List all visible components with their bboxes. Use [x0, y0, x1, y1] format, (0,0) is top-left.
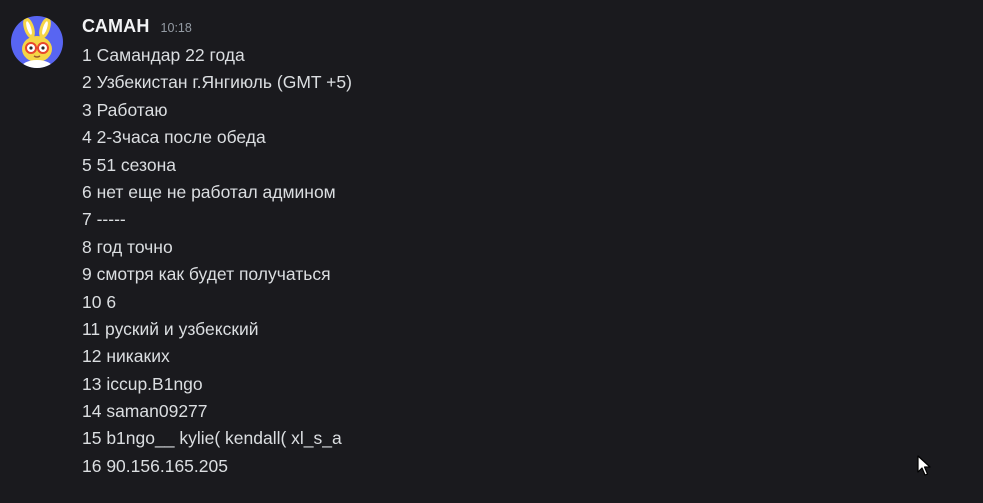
- message-line: 16 90.156.165.205: [82, 455, 228, 476]
- timestamp[interactable]: 10:18: [161, 21, 192, 35]
- message-line: 5 51 сезона: [82, 154, 176, 175]
- message-line: 11 руский и узбекский: [82, 318, 259, 339]
- chat-message: САМАН 10:18 1 Самандар 22 года 2 Узбекис…: [0, 0, 983, 503]
- message-line: 3 Работаю: [82, 99, 168, 120]
- message-line: 12 никаких: [82, 346, 170, 367]
- message-content: 1 Самандар 22 года 2 Узбекистан г.Янгиюл…: [82, 42, 352, 480]
- message-line: 8 год точно: [82, 236, 173, 257]
- message-line: 7 -----: [82, 209, 126, 230]
- message-line: 2 Узбекистан г.Янгиюль (GMT +5): [82, 72, 352, 93]
- message-line: 6 нет еще не работал админом: [82, 181, 336, 202]
- message-line: 4 2-3часа после обеда: [82, 127, 266, 148]
- message-header: САМАН 10:18: [82, 16, 192, 40]
- message-line: 13 iccup.B1ngo: [82, 373, 203, 394]
- message-line: 1 Самандар 22 года: [82, 45, 245, 65]
- message-line: 14 saman09277: [82, 401, 208, 422]
- avatar[interactable]: [11, 16, 63, 68]
- message-line: 9 смотря как будет получаться: [82, 264, 331, 285]
- message-line: 10 6: [82, 291, 117, 312]
- bunny-avatar-icon: [11, 16, 63, 68]
- message-line: 15 b1ngo__ kylie( kendall( xl_s_a: [82, 428, 342, 449]
- username[interactable]: САМАН: [82, 16, 150, 37]
